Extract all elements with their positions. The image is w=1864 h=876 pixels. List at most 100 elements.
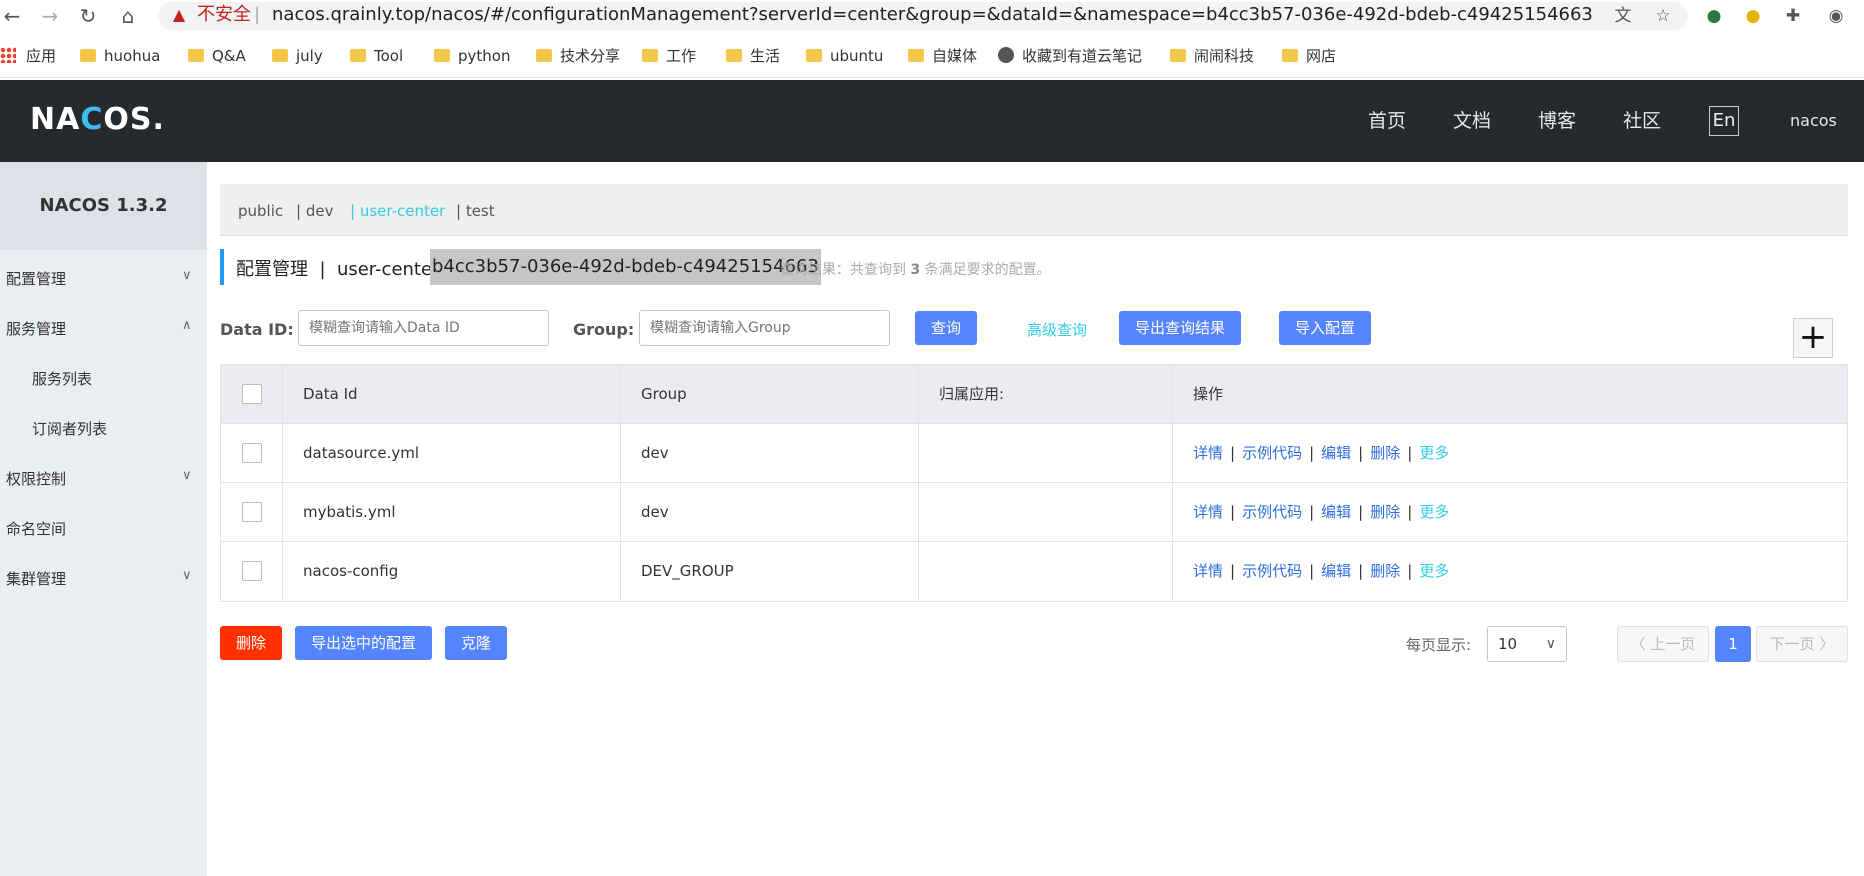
row-checkbox[interactable] [242, 561, 262, 581]
top-navigation: NACOS. 首页 文档 博客 社区 En nacos [0, 80, 1864, 162]
bookmark-tool[interactable]: Tool [350, 44, 403, 68]
translate-icon[interactable]: 文 [1612, 5, 1634, 27]
language-toggle[interactable]: En [1709, 106, 1739, 136]
next-page-button[interactable]: 下一页 〉 [1756, 626, 1848, 662]
nav-blog[interactable]: 博客 [1538, 108, 1576, 134]
cell-group: DEV_GROUP [621, 542, 919, 601]
bookmark-work[interactable]: 工作 [642, 44, 696, 68]
config-table: Data Id Group 归属应用: 操作 datasource.yml de… [220, 364, 1848, 602]
extension-coin-icon[interactable]: ● [1742, 5, 1764, 27]
namespace-user-center[interactable]: | user-center [350, 202, 445, 220]
folder-icon [1282, 49, 1298, 62]
row-select-cell [221, 483, 283, 542]
table-row: nacos-config DEV_GROUP 详情 | 示例代码 | 编辑 | 删除 | 更多 [221, 542, 1847, 601]
detail-link[interactable]: 详情 [1193, 444, 1223, 462]
more-link[interactable]: 更多 [1419, 503, 1449, 521]
row-checkbox[interactable] [242, 443, 262, 463]
sidebar-item-namespace[interactable]: 命名空间 [6, 518, 66, 539]
select-all-checkbox[interactable] [242, 384, 262, 404]
cell-group: dev [621, 483, 919, 542]
nacos-logo[interactable]: NACOS. [30, 102, 165, 137]
bookmark-python[interactable]: python [434, 44, 510, 68]
prev-page-button[interactable]: 〈 上一页 [1617, 626, 1709, 662]
nav-home[interactable]: 首页 [1368, 108, 1406, 134]
folder-icon [188, 49, 204, 62]
cell-data-id: datasource.yml [283, 424, 621, 483]
nav-community[interactable]: 社区 [1623, 108, 1661, 134]
bookmark-huohua[interactable]: huohua [80, 44, 160, 68]
chevron-down-icon[interactable]: ∨ [182, 468, 192, 483]
group-input[interactable] [639, 310, 890, 346]
import-config-button[interactable]: 导入配置 [1279, 311, 1371, 345]
bookmark-july[interactable]: july [272, 44, 323, 68]
sample-code-link[interactable]: 示例代码 [1242, 444, 1302, 462]
current-page[interactable]: 1 [1715, 626, 1751, 662]
sidebar-item-subscribers[interactable]: 订阅者列表 [32, 418, 107, 439]
row-checkbox[interactable] [242, 502, 262, 522]
url-text[interactable]: nacos.qrainly.top/nacos/#/configurationM… [272, 4, 1592, 26]
sidebar-item-cluster[interactable]: 集群管理 [6, 568, 66, 589]
folder-icon [434, 49, 450, 62]
bookmark-apps[interactable]: 应用 [0, 44, 56, 68]
bookmark-shop[interactable]: 网店 [1282, 44, 1336, 68]
bookmark-ubuntu[interactable]: ubuntu [806, 44, 883, 68]
cell-actions: 详情 | 示例代码 | 编辑 | 删除 | 更多 [1193, 562, 1450, 580]
sidebar-item-config[interactable]: 配置管理 [6, 268, 66, 289]
advanced-query-link[interactable]: 高级查询 [1027, 319, 1087, 340]
namespace-dev[interactable]: | dev [296, 202, 333, 220]
edit-link[interactable]: 编辑 [1321, 444, 1351, 462]
more-link[interactable]: 更多 [1419, 562, 1449, 580]
add-config-button[interactable]: + [1793, 318, 1833, 358]
forward-arrow-icon[interactable]: → [38, 4, 62, 28]
delete-link[interactable]: 删除 [1370, 503, 1400, 521]
chevron-down-icon[interactable]: ∨ [182, 268, 192, 283]
home-icon[interactable]: ⌂ [116, 4, 140, 28]
namespace-public[interactable]: public [238, 202, 283, 220]
sidebar-item-service-list[interactable]: 服务列表 [32, 368, 92, 389]
back-arrow-icon[interactable]: ← [0, 4, 24, 28]
detail-link[interactable]: 详情 [1193, 503, 1223, 521]
detail-link[interactable]: 详情 [1193, 562, 1223, 580]
dataid-input[interactable] [298, 310, 549, 346]
nav-docs[interactable]: 文档 [1453, 108, 1491, 134]
delete-link[interactable]: 删除 [1370, 444, 1400, 462]
page-size-select[interactable]: 10 ∨ [1487, 626, 1567, 662]
delete-button[interactable]: 删除 [220, 626, 282, 660]
puzzle-icon[interactable]: ✚ [1782, 5, 1804, 27]
export-selected-button[interactable]: 导出选中的配置 [295, 626, 432, 660]
sidebar-item-service[interactable]: 服务管理 [6, 318, 66, 339]
sample-code-link[interactable]: 示例代码 [1242, 562, 1302, 580]
header-actions: 操作 [1193, 385, 1224, 403]
sidebar-item-auth[interactable]: 权限控制 [6, 468, 66, 489]
chevron-down-icon[interactable]: ∨ [182, 568, 192, 583]
bookmark-youdao[interactable]: 收藏到有道云笔记 [998, 44, 1142, 68]
clone-button[interactable]: 克隆 [445, 626, 507, 660]
sample-code-link[interactable]: 示例代码 [1242, 503, 1302, 521]
warning-icon: ▲ [172, 5, 186, 24]
bookmark-media[interactable]: 自媒体 [908, 44, 977, 68]
bookmark-tech-share[interactable]: 技术分享 [536, 44, 620, 68]
reload-icon[interactable]: ↻ [76, 4, 100, 28]
edit-link[interactable]: 编辑 [1321, 562, 1351, 580]
bookmark-qa[interactable]: Q&A [188, 44, 246, 68]
bookmark-life[interactable]: 生活 [726, 44, 780, 68]
url-separator: | [254, 4, 261, 25]
folder-icon [726, 49, 742, 62]
export-results-button[interactable]: 导出查询结果 [1119, 311, 1241, 345]
bookmark-naonao[interactable]: 闹闹科技 [1170, 44, 1254, 68]
query-button[interactable]: 查询 [915, 311, 977, 345]
user-name[interactable]: nacos [1790, 111, 1837, 130]
chevron-up-icon[interactable]: ∧ [182, 318, 192, 333]
folder-icon [536, 49, 552, 62]
profile-avatar-icon[interactable]: ◉ [1825, 5, 1847, 27]
folder-icon [1170, 49, 1186, 62]
edit-link[interactable]: 编辑 [1321, 503, 1351, 521]
cell-data-id: mybatis.yml [283, 483, 621, 542]
namespace-test[interactable]: | test [456, 202, 495, 220]
row-select-cell [221, 542, 283, 601]
more-link[interactable]: 更多 [1419, 444, 1449, 462]
star-icon[interactable]: ☆ [1652, 5, 1674, 27]
cell-actions: 详情 | 示例代码 | 编辑 | 删除 | 更多 [1193, 503, 1450, 521]
delete-link[interactable]: 删除 [1370, 562, 1400, 580]
extension-globe-icon[interactable]: ● [1703, 5, 1725, 27]
